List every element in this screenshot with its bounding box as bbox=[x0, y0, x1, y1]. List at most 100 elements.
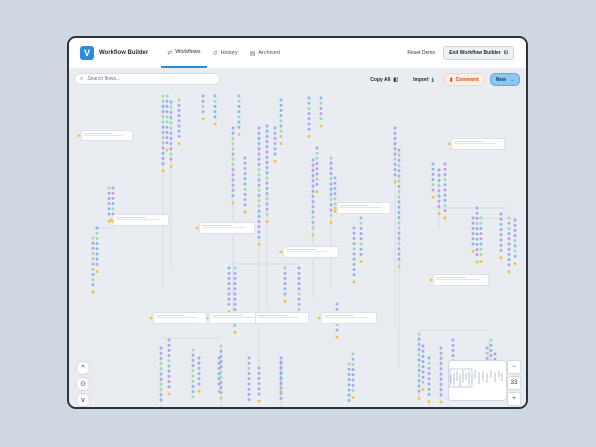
flow-node-dot[interactable] bbox=[219, 365, 223, 369]
flow-node-dot[interactable] bbox=[233, 287, 237, 291]
flow-node-dot[interactable] bbox=[417, 332, 421, 336]
flow-node-dot[interactable] bbox=[197, 366, 201, 370]
flow-node-dot[interactable] bbox=[107, 196, 111, 200]
flow-node-dot[interactable] bbox=[191, 395, 195, 399]
flow-node-dot[interactable] bbox=[233, 308, 237, 312]
flow-end-dot[interactable] bbox=[335, 335, 339, 339]
card-handle-dot[interactable] bbox=[333, 206, 337, 210]
flow-node-dot[interactable] bbox=[91, 267, 95, 271]
flow-node-dot[interactable] bbox=[315, 156, 319, 160]
flow-node-dot[interactable] bbox=[352, 273, 356, 277]
flow-node-dot[interactable] bbox=[347, 393, 351, 397]
flow-node-dot[interactable] bbox=[279, 382, 283, 386]
flow-node-dot[interactable] bbox=[471, 232, 475, 236]
flow-node-dot[interactable] bbox=[167, 338, 171, 342]
flow-end-dot[interactable] bbox=[393, 180, 397, 184]
workflow-node-card[interactable] bbox=[321, 312, 377, 324]
flow-node-dot[interactable] bbox=[393, 126, 397, 130]
flow-node-dot[interactable] bbox=[417, 337, 421, 341]
flow-node-dot[interactable] bbox=[231, 147, 235, 151]
flow-node-dot[interactable] bbox=[431, 188, 435, 192]
flow-node-dot[interactable] bbox=[247, 361, 251, 365]
flow-node-dot[interactable] bbox=[347, 362, 351, 366]
flow-node-dot[interactable] bbox=[297, 292, 301, 296]
tab-history[interactable]: ↺ History bbox=[207, 38, 244, 68]
flow-node-dot[interactable] bbox=[165, 136, 169, 140]
flow-node-dot[interactable] bbox=[191, 364, 195, 368]
search-input[interactable] bbox=[87, 76, 208, 82]
flow-node-dot[interactable] bbox=[329, 182, 333, 186]
flow-node-dot[interactable] bbox=[227, 297, 231, 301]
flow-node-dot[interactable] bbox=[311, 194, 315, 198]
flow-node-dot[interactable] bbox=[329, 192, 333, 196]
flow-node-dot[interactable] bbox=[177, 119, 181, 123]
flow-node-dot[interactable] bbox=[475, 242, 479, 246]
flow-node-dot[interactable] bbox=[329, 208, 333, 212]
flow-node-dot[interactable] bbox=[257, 131, 261, 135]
flow-node-dot[interactable] bbox=[443, 162, 447, 166]
flow-node-dot[interactable] bbox=[479, 226, 483, 230]
flow-node-dot[interactable] bbox=[352, 247, 356, 251]
flow-node-dot[interactable] bbox=[243, 187, 247, 191]
flow-node-dot[interactable] bbox=[257, 220, 261, 224]
flow-node-dot[interactable] bbox=[513, 249, 517, 253]
flow-end-dot[interactable] bbox=[311, 233, 315, 237]
flow-node-dot[interactable] bbox=[227, 266, 231, 270]
flow-node-dot[interactable] bbox=[437, 204, 441, 208]
flow-node-dot[interactable] bbox=[265, 212, 269, 216]
flow-node-dot[interactable] bbox=[297, 297, 301, 301]
flow-node-dot[interactable] bbox=[421, 365, 425, 369]
flow-end-dot[interactable] bbox=[161, 169, 165, 173]
flow-node-dot[interactable] bbox=[397, 195, 401, 199]
flow-node-dot[interactable] bbox=[257, 204, 261, 208]
flow-node-dot[interactable] bbox=[437, 178, 441, 182]
flow-node-dot[interactable] bbox=[237, 110, 241, 114]
flow-node-dot[interactable] bbox=[489, 338, 493, 342]
flow-node-dot[interactable] bbox=[319, 117, 323, 121]
flow-node-dot[interactable] bbox=[397, 257, 401, 261]
flow-node-dot[interactable] bbox=[233, 323, 237, 327]
flow-node-dot[interactable] bbox=[165, 104, 169, 108]
flow-node-dot[interactable] bbox=[111, 196, 115, 200]
flow-node-dot[interactable] bbox=[197, 382, 201, 386]
flow-end-dot[interactable] bbox=[265, 220, 269, 224]
flow-node-dot[interactable] bbox=[177, 124, 181, 128]
flow-node-dot[interactable] bbox=[159, 377, 163, 381]
flow-node-dot[interactable] bbox=[279, 356, 283, 360]
flow-node-dot[interactable] bbox=[161, 110, 165, 114]
flow-node-dot[interactable] bbox=[315, 177, 319, 181]
flow-node-dot[interactable] bbox=[397, 148, 401, 152]
flow-node-dot[interactable] bbox=[257, 173, 261, 177]
flow-end-dot[interactable] bbox=[177, 142, 181, 146]
flow-node-dot[interactable] bbox=[219, 360, 223, 364]
flow-node-dot[interactable] bbox=[265, 155, 269, 159]
flow-node-dot[interactable] bbox=[397, 164, 401, 168]
flow-node-dot[interactable] bbox=[161, 94, 165, 98]
new-button[interactable]: New → bbox=[489, 73, 520, 86]
flow-node-dot[interactable] bbox=[219, 344, 223, 348]
flow-node-dot[interactable] bbox=[279, 124, 283, 128]
flow-node-dot[interactable] bbox=[169, 157, 173, 161]
flow-node-dot[interactable] bbox=[265, 134, 269, 138]
flow-node-dot[interactable] bbox=[507, 258, 511, 262]
import-button[interactable]: Import ⤓ bbox=[408, 73, 439, 86]
flow-node-dot[interactable] bbox=[257, 371, 261, 375]
flow-node-dot[interactable] bbox=[165, 94, 169, 98]
flow-node-dot[interactable] bbox=[439, 393, 443, 397]
flow-node-dot[interactable] bbox=[213, 115, 217, 119]
comment-button[interactable]: ▮ Comment bbox=[443, 73, 485, 86]
flow-node-dot[interactable] bbox=[159, 362, 163, 366]
flow-node-dot[interactable] bbox=[169, 116, 173, 120]
flow-node-dot[interactable] bbox=[307, 112, 311, 116]
flow-end-dot[interactable] bbox=[273, 159, 277, 163]
flow-node-dot[interactable] bbox=[213, 104, 217, 108]
flow-node-dot[interactable] bbox=[257, 235, 261, 239]
flow-node-dot[interactable] bbox=[437, 168, 441, 172]
flow-end-dot[interactable] bbox=[499, 256, 503, 260]
flow-node-dot[interactable] bbox=[439, 367, 443, 371]
flow-end-dot[interactable] bbox=[283, 299, 287, 303]
flow-node-dot[interactable] bbox=[283, 282, 287, 286]
flow-node-dot[interactable] bbox=[443, 178, 447, 182]
flow-node-dot[interactable] bbox=[159, 351, 163, 355]
flow-node-dot[interactable] bbox=[329, 161, 333, 165]
